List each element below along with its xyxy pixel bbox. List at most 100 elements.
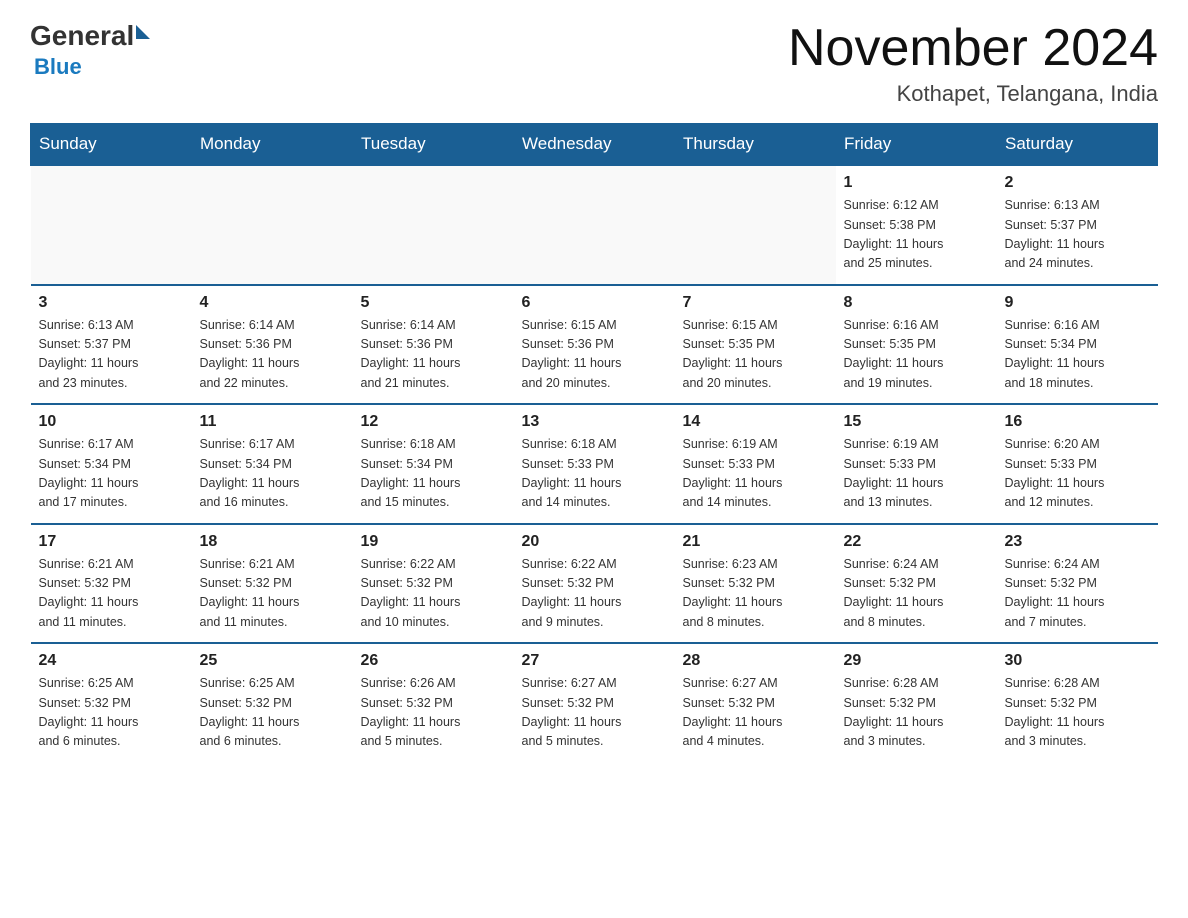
day-number: 25 — [200, 652, 345, 670]
calendar-cell: 9Sunrise: 6:16 AM Sunset: 5:34 PM Daylig… — [997, 285, 1158, 405]
day-info: Sunrise: 6:20 AM Sunset: 5:33 PM Dayligh… — [1005, 435, 1150, 513]
calendar-cell: 15Sunrise: 6:19 AM Sunset: 5:33 PM Dayli… — [836, 404, 997, 524]
month-year-title: November 2024 — [788, 20, 1158, 77]
day-info: Sunrise: 6:18 AM Sunset: 5:34 PM Dayligh… — [361, 435, 506, 513]
day-info: Sunrise: 6:16 AM Sunset: 5:34 PM Dayligh… — [1005, 316, 1150, 394]
day-number: 5 — [361, 294, 506, 312]
day-info: Sunrise: 6:19 AM Sunset: 5:33 PM Dayligh… — [844, 435, 989, 513]
day-number: 18 — [200, 533, 345, 551]
calendar-cell: 7 Sunrise: 6:15 AM Sunset: 5:35 PM Daylig… — [675, 285, 836, 405]
calendar-week-row: 3 Sunrise: 6:13 AM Sunset: 5:37 PM Daylig… — [31, 285, 1158, 405]
day-info: Sunrise: 6:13 AM Sunset: 5:37 PM Dayligh… — [1005, 196, 1150, 274]
calendar-cell: 4 Sunrise: 6:14 AM Sunset: 5:36 PM Daylig… — [192, 285, 353, 405]
day-info: Sunrise: 6:17 AM Sunset: 5:34 PM Dayligh… — [200, 435, 345, 513]
calendar-cell: 6 Sunrise: 6:15 AM Sunset: 5:36 PM Daylig… — [514, 285, 675, 405]
calendar-cell: 3 Sunrise: 6:13 AM Sunset: 5:37 PM Daylig… — [31, 285, 192, 405]
calendar-cell: 18 Sunrise: 6:21 AM Sunset: 5:32 PM Dayli… — [192, 524, 353, 644]
calendar-cell: 29Sunrise: 6:28 AM Sunset: 5:32 PM Dayli… — [836, 643, 997, 762]
calendar-cell: 12 Sunrise: 6:18 AM Sunset: 5:34 PM Dayli… — [353, 404, 514, 524]
weekday-header-monday: Monday — [192, 124, 353, 166]
calendar-cell: 26Sunrise: 6:26 AM Sunset: 5:32 PM Dayli… — [353, 643, 514, 762]
day-number: 1 — [844, 174, 989, 192]
calendar-week-row: 17 Sunrise: 6:21 AM Sunset: 5:32 PM Dayli… — [31, 524, 1158, 644]
day-info: Sunrise: 6:15 AM Sunset: 5:35 PM Dayligh… — [683, 316, 828, 394]
day-number: 4 — [200, 294, 345, 312]
day-number: 16 — [1005, 413, 1150, 431]
day-number: 8 — [844, 294, 989, 312]
calendar-cell: 5Sunrise: 6:14 AM Sunset: 5:36 PM Daylig… — [353, 285, 514, 405]
day-number: 24 — [39, 652, 184, 670]
day-number: 17 — [39, 533, 184, 551]
weekday-header-row: SundayMondayTuesdayWednesdayThursdayFrid… — [31, 124, 1158, 166]
day-info: Sunrise: 6:24 AM Sunset: 5:32 PM Dayligh… — [1005, 555, 1150, 633]
day-number: 20 — [522, 533, 667, 551]
logo-general: General — [30, 20, 134, 52]
day-number: 7 — [683, 294, 828, 312]
day-info: Sunrise: 6:21 AM Sunset: 5:32 PM Dayligh… — [39, 555, 184, 633]
day-info: Sunrise: 6:21 AM Sunset: 5:32 PM Dayligh… — [200, 555, 345, 633]
day-info: Sunrise: 6:22 AM Sunset: 5:32 PM Dayligh… — [522, 555, 667, 633]
day-info: Sunrise: 6:23 AM Sunset: 5:32 PM Dayligh… — [683, 555, 828, 633]
day-info: Sunrise: 6:28 AM Sunset: 5:32 PM Dayligh… — [844, 674, 989, 752]
weekday-header-wednesday: Wednesday — [514, 124, 675, 166]
weekday-header-saturday: Saturday — [997, 124, 1158, 166]
calendar-week-row: 24 Sunrise: 6:25 AM Sunset: 5:32 PM Dayli… — [31, 643, 1158, 762]
day-info: Sunrise: 6:27 AM Sunset: 5:32 PM Dayligh… — [683, 674, 828, 752]
day-number: 28 — [683, 652, 828, 670]
calendar-cell: 8Sunrise: 6:16 AM Sunset: 5:35 PM Daylig… — [836, 285, 997, 405]
day-number: 10 — [39, 413, 184, 431]
day-info: Sunrise: 6:14 AM Sunset: 5:36 PM Dayligh… — [200, 316, 345, 394]
calendar-cell: 14Sunrise: 6:19 AM Sunset: 5:33 PM Dayli… — [675, 404, 836, 524]
calendar-cell: 1 Sunrise: 6:12 AM Sunset: 5:38 PM Daylig… — [836, 165, 997, 285]
day-info: Sunrise: 6:13 AM Sunset: 5:37 PM Dayligh… — [39, 316, 184, 394]
location-subtitle: Kothapet, Telangana, India — [788, 81, 1158, 107]
day-info: Sunrise: 6:22 AM Sunset: 5:32 PM Dayligh… — [361, 555, 506, 633]
calendar-cell — [675, 165, 836, 285]
calendar-cell — [353, 165, 514, 285]
day-info: Sunrise: 6:28 AM Sunset: 5:32 PM Dayligh… — [1005, 674, 1150, 752]
day-info: Sunrise: 6:12 AM Sunset: 5:38 PM Dayligh… — [844, 196, 989, 274]
weekday-header-tuesday: Tuesday — [353, 124, 514, 166]
calendar-cell: 30 Sunrise: 6:28 AM Sunset: 5:32 PM Dayli… — [997, 643, 1158, 762]
calendar-cell: 23Sunrise: 6:24 AM Sunset: 5:32 PM Dayli… — [997, 524, 1158, 644]
day-info: Sunrise: 6:19 AM Sunset: 5:33 PM Dayligh… — [683, 435, 828, 513]
calendar-week-row: 10 Sunrise: 6:17 AM Sunset: 5:34 PM Dayli… — [31, 404, 1158, 524]
calendar-cell — [31, 165, 192, 285]
calendar-week-row: 1 Sunrise: 6:12 AM Sunset: 5:38 PM Daylig… — [31, 165, 1158, 285]
calendar-cell: 25Sunrise: 6:25 AM Sunset: 5:32 PM Dayli… — [192, 643, 353, 762]
logo: General Blue — [30, 20, 150, 80]
calendar-cell: 27 Sunrise: 6:27 AM Sunset: 5:32 PM Dayli… — [514, 643, 675, 762]
day-number: 11 — [200, 413, 345, 431]
calendar-cell: 2 Sunrise: 6:13 AM Sunset: 5:37 PM Daylig… — [997, 165, 1158, 285]
calendar-cell: 13 Sunrise: 6:18 AM Sunset: 5:33 PM Dayli… — [514, 404, 675, 524]
day-info: Sunrise: 6:26 AM Sunset: 5:32 PM Dayligh… — [361, 674, 506, 752]
day-number: 6 — [522, 294, 667, 312]
day-info: Sunrise: 6:18 AM Sunset: 5:33 PM Dayligh… — [522, 435, 667, 513]
calendar-cell: 19 Sunrise: 6:22 AM Sunset: 5:32 PM Dayli… — [353, 524, 514, 644]
day-number: 19 — [361, 533, 506, 551]
day-number: 12 — [361, 413, 506, 431]
weekday-header-sunday: Sunday — [31, 124, 192, 166]
weekday-header-friday: Friday — [836, 124, 997, 166]
day-number: 2 — [1005, 174, 1150, 192]
day-info: Sunrise: 6:15 AM Sunset: 5:36 PM Dayligh… — [522, 316, 667, 394]
day-info: Sunrise: 6:25 AM Sunset: 5:32 PM Dayligh… — [39, 674, 184, 752]
weekday-header-thursday: Thursday — [675, 124, 836, 166]
calendar-cell: 17 Sunrise: 6:21 AM Sunset: 5:32 PM Dayli… — [31, 524, 192, 644]
calendar-cell: 16 Sunrise: 6:20 AM Sunset: 5:33 PM Dayli… — [997, 404, 1158, 524]
calendar-cell: 28 Sunrise: 6:27 AM Sunset: 5:32 PM Dayli… — [675, 643, 836, 762]
calendar-cell — [192, 165, 353, 285]
page-header: General Blue November 2024 Kothapet, Tel… — [30, 20, 1158, 107]
calendar-table: SundayMondayTuesdayWednesdayThursdayFrid… — [30, 123, 1158, 762]
calendar-cell: 10 Sunrise: 6:17 AM Sunset: 5:34 PM Dayli… — [31, 404, 192, 524]
day-info: Sunrise: 6:27 AM Sunset: 5:32 PM Dayligh… — [522, 674, 667, 752]
logo-triangle-icon — [136, 25, 150, 39]
day-number: 30 — [1005, 652, 1150, 670]
calendar-cell: 20 Sunrise: 6:22 AM Sunset: 5:32 PM Dayli… — [514, 524, 675, 644]
calendar-cell — [514, 165, 675, 285]
day-number: 3 — [39, 294, 184, 312]
day-number: 13 — [522, 413, 667, 431]
day-number: 27 — [522, 652, 667, 670]
calendar-title-area: November 2024 Kothapet, Telangana, India — [788, 20, 1158, 107]
day-info: Sunrise: 6:17 AM Sunset: 5:34 PM Dayligh… — [39, 435, 184, 513]
